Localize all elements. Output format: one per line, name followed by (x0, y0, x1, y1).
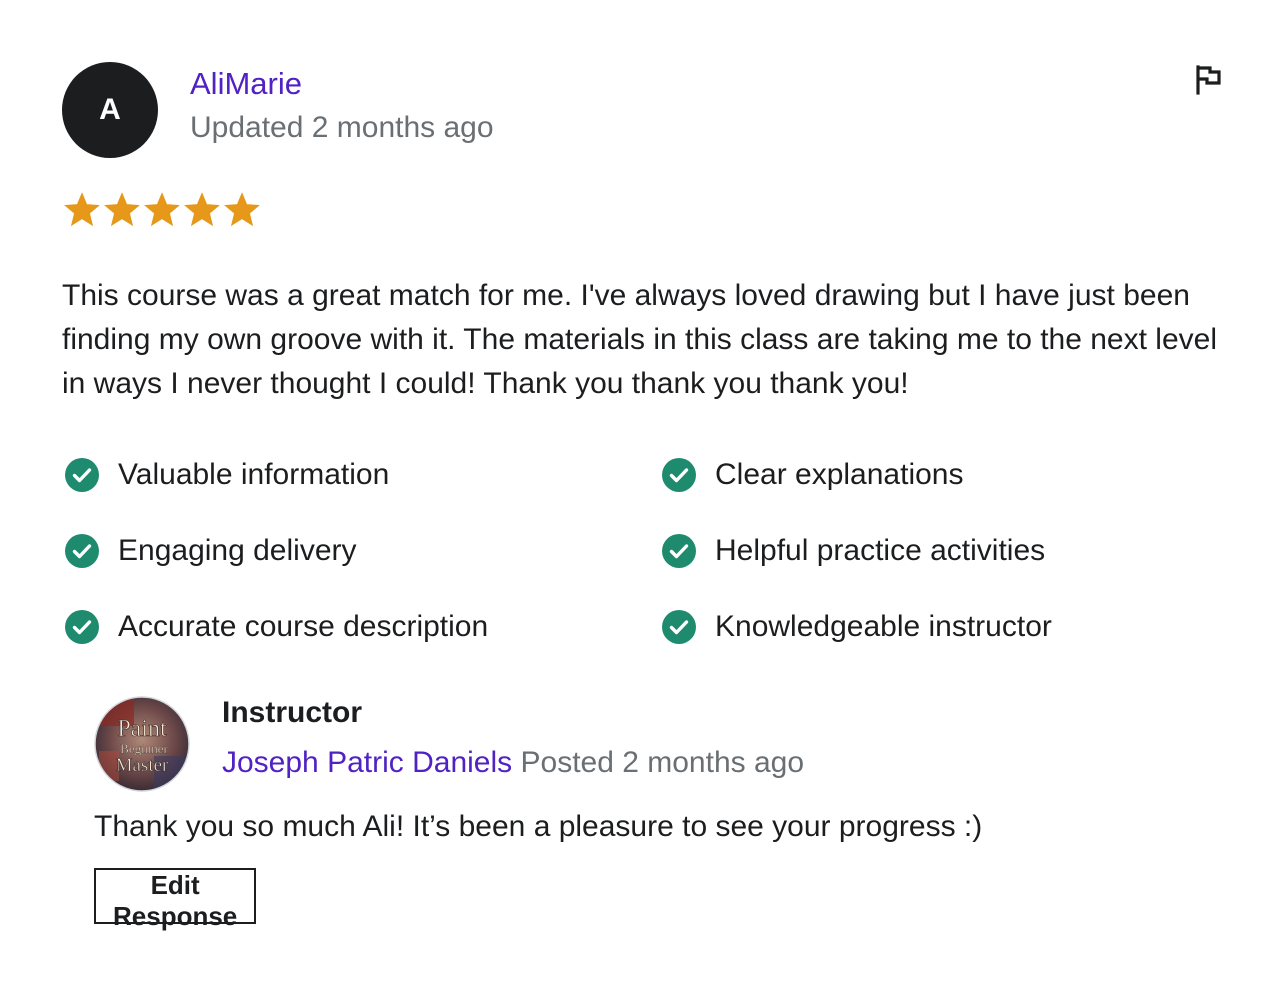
avatar-word-2: Beginner (120, 741, 168, 756)
star-icon (64, 192, 100, 227)
attribute-item: Accurate course description (62, 602, 659, 678)
instructor-name-link[interactable]: Joseph Patric Daniels (222, 746, 512, 779)
instructor-avatar: Paint Beginner Master (94, 696, 190, 792)
attribute-label: Accurate course description (118, 610, 489, 643)
check-circle-icon (65, 534, 99, 568)
reviewer-avatar: A (62, 62, 158, 158)
attribute-item: Clear explanations (659, 450, 1222, 526)
attribute-item: Helpful practice activities (659, 526, 1222, 602)
star-icon (184, 192, 220, 227)
attribute-label: Knowledgeable instructor (715, 610, 1052, 643)
flag-icon[interactable] (1190, 62, 1226, 98)
star-icon (144, 192, 180, 227)
star-icon (224, 192, 260, 227)
response-date: Posted 2 months ago (520, 746, 805, 779)
reviewer-name-link[interactable]: AliMarie (190, 66, 302, 102)
check-circle-icon (662, 534, 696, 568)
review-date: Updated 2 months ago (190, 111, 494, 144)
avatar-initial: A (99, 93, 121, 126)
avatar-word-3: Master (116, 755, 169, 776)
response-text: Thank you so much Ali! It’s been a pleas… (94, 810, 983, 843)
responder-role: Instructor (222, 696, 363, 729)
check-circle-icon (65, 610, 99, 644)
attribute-item: Valuable information (62, 450, 659, 526)
review-attributes: Valuable information Clear explanations … (62, 450, 1222, 678)
attribute-item: Knowledgeable instructor (659, 602, 1222, 678)
review-text: This course was a great match for me. I'… (62, 279, 1217, 400)
attribute-item: Engaging delivery (62, 526, 659, 602)
check-circle-icon (662, 458, 696, 492)
attribute-label: Engaging delivery (118, 534, 357, 567)
attribute-label: Valuable information (118, 458, 390, 491)
star-icon (104, 192, 140, 227)
attribute-label: Clear explanations (715, 458, 964, 491)
attribute-label: Helpful practice activities (715, 534, 1046, 567)
response-meta: Joseph Patric Daniels Posted 2 months ag… (222, 746, 804, 780)
edit-response-button[interactable]: Edit Response (94, 868, 257, 931)
star-rating (62, 190, 262, 230)
check-circle-icon (662, 610, 696, 644)
check-circle-icon (65, 458, 99, 492)
avatar-word-1: Paint (117, 716, 167, 742)
